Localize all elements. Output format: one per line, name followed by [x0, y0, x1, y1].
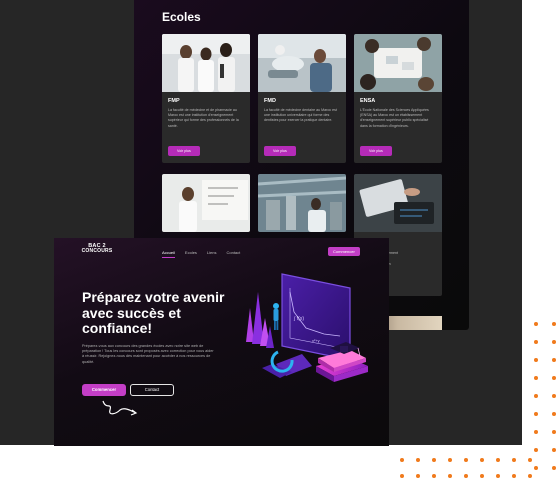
nav-ecoles[interactable]: Ecoles: [185, 250, 197, 258]
commencer-button[interactable]: Commencer: [82, 384, 126, 396]
card-image: [258, 34, 346, 92]
card-image: [162, 34, 250, 92]
school-card-5[interactable]: [258, 174, 346, 232]
education-illustration: ∫ f(x) x²+y: [246, 273, 368, 382]
nav-liens[interactable]: Liens: [207, 250, 217, 258]
school-card-ensa[interactable]: ENSA L'École Nationale des Sciences Appl…: [354, 34, 442, 163]
school-card-4[interactable]: [162, 174, 250, 232]
school-card-fmd[interactable]: FMD La faculté de médecine dentaire au M…: [258, 34, 346, 163]
brand-logo[interactable]: BAC 2 CONCOURS: [80, 243, 114, 254]
ecoles-title: Ecoles: [162, 10, 201, 24]
card-description: L'École Nationale des Sciences Appliquée…: [360, 108, 429, 128]
logo-line-2: CONCOURS: [81, 248, 113, 254]
card-image: [162, 174, 250, 232]
card-image: [258, 174, 346, 232]
card-description: La faculté de médecine dentaire au Maroc…: [264, 108, 337, 123]
contact-button[interactable]: Contact: [130, 384, 174, 396]
card-description: La faculté de médecine et de pharmacie a…: [168, 108, 239, 128]
card-title: FMD: [264, 98, 276, 104]
portfolio-canvas: Ecoles FMP La faculté de médecine et de …: [0, 0, 557, 480]
nav-accueil[interactable]: Accueil: [162, 250, 175, 258]
svg-text:∫ f(x): ∫ f(x): [293, 316, 304, 322]
hero-screenshot: BAC 2 CONCOURS Accueil Ecoles Liens Cont…: [54, 238, 389, 446]
voir-plus-button[interactable]: Voir plus: [264, 146, 296, 156]
svg-text:x²+y: x²+y: [312, 338, 320, 343]
voir-plus-button[interactable]: Voir plus: [360, 146, 392, 156]
school-card-fmp[interactable]: FMP La faculté de médecine et de pharmac…: [162, 34, 250, 163]
nav-commencer-button[interactable]: Commencer: [328, 247, 360, 256]
hero-title: Préparez votre avenir avec succès et con…: [82, 289, 225, 336]
card-title: FMP: [168, 98, 180, 104]
decorative-dots-bottom: [400, 458, 532, 478]
card-title: ENSA: [360, 98, 376, 104]
decorative-dots-right: [534, 322, 556, 470]
voir-plus-button[interactable]: Voir plus: [168, 146, 200, 156]
hero-description: Préparez-vous aux concours des grandes é…: [82, 344, 214, 364]
card-image: [354, 34, 442, 92]
card-image: [354, 174, 442, 232]
main-nav: Accueil Ecoles Liens Contact: [162, 250, 240, 258]
squiggle-arrow-icon: [102, 400, 138, 416]
nav-contact[interactable]: Contact: [226, 250, 240, 258]
